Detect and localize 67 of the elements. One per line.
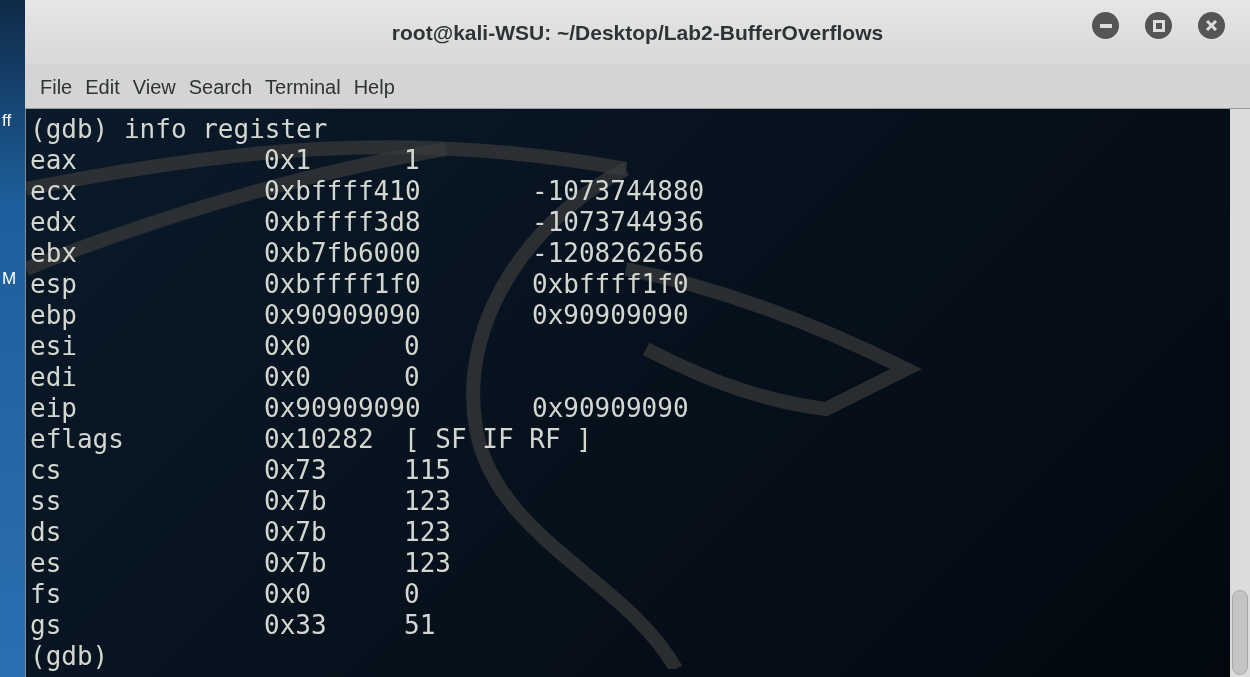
register-name: ebx	[30, 238, 78, 269]
desktop-icon-label: ff	[2, 110, 12, 132]
register-value: 0x7b	[264, 517, 328, 548]
menu-item[interactable]: View	[127, 71, 181, 102]
register-natural-value: 0x90909090	[532, 300, 689, 331]
menu-item[interactable]: Terminal	[260, 71, 346, 102]
register-value: 0x33	[264, 610, 328, 641]
register-natural-value: -1073744936	[532, 207, 705, 238]
register-natural-value: 123	[404, 517, 451, 548]
register-value: 0xbffff3d8	[264, 207, 422, 238]
register-natural-value: 123	[404, 548, 451, 579]
register-name: edx	[30, 207, 78, 238]
register-name: edi	[30, 362, 78, 393]
register-name: eip	[30, 393, 78, 424]
register-name: es	[30, 548, 63, 579]
register-name: esi	[30, 331, 78, 362]
register-name: ecx	[30, 176, 78, 207]
maximize-button[interactable]	[1145, 12, 1172, 39]
register-value: 0xbffff1f0	[264, 269, 422, 300]
register-name: ds	[30, 517, 63, 548]
window-title: root@kali-WSU: ~/Desktop/Lab2-BufferOverflows	[391, 19, 884, 46]
register-name: ss	[30, 486, 63, 517]
desktop-icon-label: M	[2, 268, 17, 290]
register-name: eax	[30, 145, 78, 176]
menu-item[interactable]: Edit	[80, 71, 125, 102]
scrollbar[interactable]	[1230, 109, 1250, 677]
register-value: 0x0	[264, 362, 312, 393]
register-value: 0x10282	[264, 424, 375, 455]
register-natural-value: 0	[404, 331, 420, 362]
register-value: 0x1	[264, 145, 312, 176]
register-natural-value: 123	[404, 486, 451, 517]
register-name: fs	[30, 579, 63, 610]
register-natural-value: 0	[404, 362, 420, 393]
register-natural-value: -1208262656	[532, 238, 705, 269]
register-value: 0xb7fb6000	[264, 238, 422, 269]
minimize-button[interactable]	[1092, 12, 1119, 39]
register-natural-value: 115	[404, 455, 451, 486]
scrollbar-thumb[interactable]	[1232, 590, 1248, 675]
gdb-prompt: (gdb)	[30, 641, 109, 672]
menu-item[interactable]: Search	[183, 71, 258, 102]
register-natural-value: 0x90909090	[532, 393, 689, 424]
register-natural-value: 0xbffff1f0	[532, 269, 689, 300]
register-natural-value: -1073744880	[532, 176, 705, 207]
register-name: eflags	[30, 424, 125, 455]
maximize-icon	[1152, 19, 1165, 32]
minimize-icon	[1099, 23, 1112, 28]
register-value: 0x90909090	[264, 393, 422, 424]
register-name: ebp	[30, 300, 78, 331]
register-value: 0x73	[264, 455, 328, 486]
register-natural-value: 0	[404, 579, 420, 610]
register-value: 0x0	[264, 579, 312, 610]
gdb-prompt: (gdb) info register	[30, 114, 328, 145]
register-name: cs	[30, 455, 63, 486]
close-icon	[1206, 20, 1217, 31]
register-value: 0xbffff410	[264, 176, 422, 207]
register-name: esp	[30, 269, 78, 300]
register-value: 0x0	[264, 331, 312, 362]
menu-item[interactable]: Help	[348, 71, 400, 102]
menu-item[interactable]: File	[35, 71, 78, 102]
register-value: 0x90909090	[264, 300, 422, 331]
register-natural-value: 51	[404, 610, 436, 641]
register-value: 0x7b	[264, 548, 328, 579]
register-value: 0x7b	[264, 486, 328, 517]
register-natural-value: [ SF IF RF ]	[404, 424, 592, 455]
register-name: gs	[30, 610, 63, 641]
register-natural-value: 1	[404, 145, 420, 176]
close-button[interactable]	[1198, 12, 1225, 39]
